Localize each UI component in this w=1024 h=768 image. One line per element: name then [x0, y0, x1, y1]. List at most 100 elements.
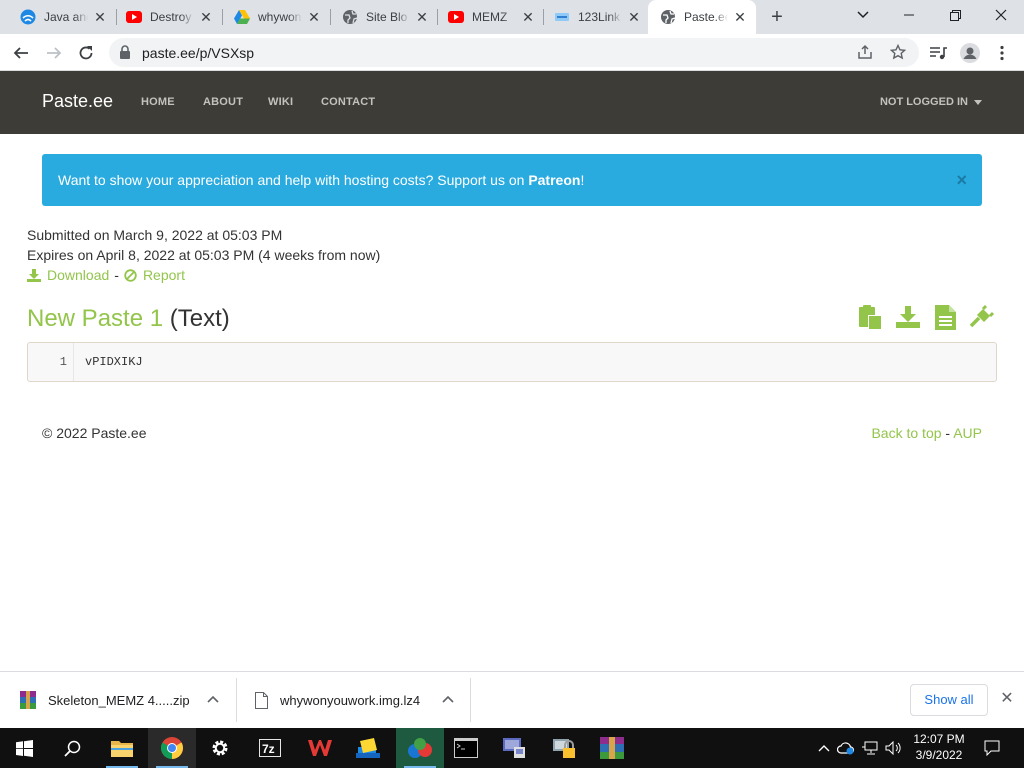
taskbar-wps-office[interactable] [296, 728, 344, 768]
show-hidden-icons[interactable] [814, 739, 834, 757]
share-icon[interactable] [857, 44, 873, 65]
globe-icon [660, 9, 676, 25]
taskbar-7zip[interactable]: 7z [246, 728, 294, 768]
browser-menu-button[interactable] [989, 40, 1015, 66]
taskbar-secure-app[interactable] [540, 728, 588, 768]
footer-links: Back to top - AUP [871, 425, 982, 441]
alert-close-button[interactable]: × [956, 170, 967, 191]
patreon-link[interactable]: Patreon [528, 172, 580, 188]
taskbar-winrar[interactable] [588, 728, 636, 768]
chevron-up-icon[interactable] [206, 692, 220, 706]
close-tab-icon[interactable]: ✕ [626, 9, 642, 25]
close-tab-icon[interactable]: ✕ [306, 9, 322, 25]
close-shelf-icon[interactable]: ✕ [998, 690, 1016, 708]
tab-whywon[interactable]: whywon ✕ [214, 0, 330, 34]
tab-title: whywon [258, 10, 302, 24]
bookmark-star-icon[interactable] [889, 43, 907, 65]
footer-copyright: © 2022 Paste.ee [42, 425, 147, 441]
globe-blue-icon [20, 9, 36, 25]
back-to-top-link[interactable]: Back to top [871, 425, 941, 441]
download-item[interactable]: whywonyouwork.img.lz4 [255, 672, 467, 728]
site-brand[interactable]: Paste.ee [42, 91, 113, 112]
report-link[interactable]: Report [143, 267, 185, 283]
tab-site-blocked[interactable]: Site Blo ✕ [322, 0, 438, 34]
app-installer-icon [356, 738, 380, 758]
speaker-icon [885, 741, 901, 755]
download-item[interactable]: Skeleton_MEMZ 4.....zip [20, 672, 232, 728]
file-text-icon [934, 304, 956, 330]
profile-button[interactable] [957, 40, 983, 66]
reload-button[interactable] [73, 40, 99, 66]
nav-contact[interactable]: CONTACT [321, 96, 375, 108]
aup-link[interactable]: AUP [953, 425, 982, 441]
search-button[interactable] [48, 728, 96, 768]
close-tab-icon[interactable]: ✕ [198, 9, 214, 25]
nav-wiki[interactable]: WIKI [268, 96, 293, 108]
nav-about[interactable]: ABOUT [203, 96, 243, 108]
network-tray[interactable] [860, 739, 880, 757]
taskbar-terminal[interactable] [442, 728, 490, 768]
tab-destroy[interactable]: Destroy ✕ [106, 0, 222, 34]
taskbar-file-explorer[interactable] [98, 728, 146, 768]
show-all-button[interactable]: Show all [910, 684, 988, 716]
login-label: NOT LOGGED IN [879, 96, 968, 108]
taskbar: 7z 12:07 PM 3/9/2022 [0, 728, 1024, 768]
tab-memz[interactable]: MEMZ ✕ [428, 0, 544, 34]
download-filename: Skeleton_MEMZ 4.....zip [48, 692, 190, 708]
volume-tray[interactable] [884, 739, 904, 757]
taskbar-chrome[interactable] [148, 728, 196, 768]
caret-down-icon [974, 99, 982, 105]
submitted-date: Submitted on March 9, 2022 at 05:03 PM [27, 227, 283, 243]
start-button[interactable] [0, 728, 48, 768]
taskbar-running-app[interactable] [396, 728, 444, 768]
browser-toolbar: paste.ee/p/VSXsp [0, 34, 1024, 71]
tab-123link[interactable]: 123Link ✕ [534, 0, 650, 34]
chevron-up-icon[interactable] [441, 692, 455, 706]
taskbar-settings[interactable] [196, 728, 244, 768]
taskbar-vm[interactable] [490, 728, 538, 768]
youtube-icon [126, 9, 142, 25]
minimize-button[interactable] [886, 0, 932, 30]
wps-icon [308, 740, 332, 756]
address-bar[interactable]: paste.ee/p/VSXsp [109, 38, 919, 67]
chevron-down-icon [857, 11, 869, 19]
back-button[interactable] [8, 40, 34, 66]
tab-paste-ee[interactable]: Paste.ee ✕ [648, 0, 756, 34]
login-dropdown[interactable]: NOT LOGGED IN [880, 96, 982, 108]
tab-title: Destroy [150, 10, 192, 24]
close-tab-icon[interactable]: ✕ [732, 9, 748, 25]
lock-icon [119, 45, 131, 64]
reload-icon [79, 46, 93, 60]
restore-button[interactable] [932, 0, 978, 30]
globe-icon [342, 9, 358, 25]
taskbar-app[interactable] [344, 728, 392, 768]
svg-text:7z: 7z [262, 742, 275, 756]
system-clock[interactable]: 12:07 PM 3/9/2022 [906, 731, 972, 763]
tab-search-button[interactable] [840, 0, 886, 30]
forward-button[interactable] [41, 40, 67, 66]
code-line[interactable]: vPIDXIKJ [85, 343, 143, 381]
close-window-button[interactable] [978, 0, 1024, 30]
paste-actions: Download - Report [27, 267, 185, 283]
app-icon [408, 738, 432, 758]
download-link[interactable]: Download [47, 267, 109, 283]
embed-button[interactable] [969, 304, 995, 330]
download-paste-button[interactable] [895, 304, 921, 330]
raw-paste-button[interactable] [932, 304, 958, 330]
nav-home[interactable]: HOME [141, 96, 175, 108]
google-drive-icon [234, 9, 250, 25]
copy-button[interactable] [858, 304, 884, 330]
clipboard-icon [859, 305, 882, 329]
notification-center[interactable] [982, 739, 1002, 757]
link-separator: - [114, 267, 119, 283]
code-block[interactable]: 1 vPIDXIKJ [27, 342, 997, 382]
onedrive-tray[interactable] [836, 739, 856, 757]
plug-icon [969, 304, 995, 328]
tab-java[interactable]: Java and ✕ [0, 0, 116, 34]
tab-title: Java and [44, 10, 88, 24]
new-tab-button[interactable]: + [766, 6, 788, 28]
ban-icon [124, 268, 137, 282]
tab-title: MEMZ [472, 10, 508, 24]
url-text[interactable]: paste.ee/p/VSXsp [142, 45, 254, 61]
media-control-button[interactable] [925, 40, 951, 66]
